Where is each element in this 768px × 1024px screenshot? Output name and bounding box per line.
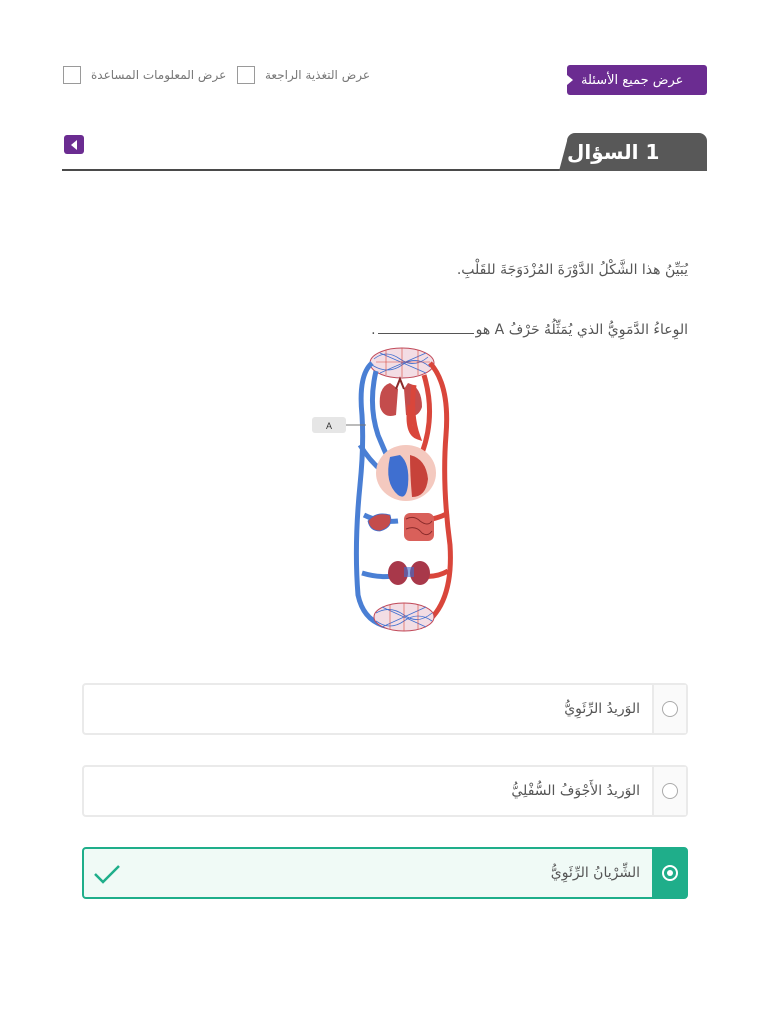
show-feedback-label: عرض التغذية الراجعة [265, 68, 370, 82]
question-title-tab: 1 السؤال [559, 133, 707, 171]
heart [376, 445, 436, 501]
checkmark-icon [94, 865, 120, 884]
show-feedback-option[interactable]: عرض التغذية الراجعة [237, 66, 370, 84]
lungs [379, 376, 422, 416]
question-prompt: الوِعاءُ الدَّمَوِيُّ الذي يُمَثِّلُهُ ح… [371, 322, 688, 338]
answer-option-2[interactable]: الوَريدُ الأَجْوَفُ السُّفْلِيُّ [82, 765, 688, 817]
play-icon [567, 75, 573, 85]
double-circulation-diagram: A [312, 347, 453, 632]
label-a-callout: A [312, 417, 366, 433]
radio-button[interactable] [662, 783, 678, 799]
kidneys [388, 561, 430, 585]
show-feedback-checkbox[interactable] [237, 66, 255, 84]
answer-option-1[interactable]: الوَريدُ الرِّئَوِيُّ [82, 683, 688, 735]
previous-question-button[interactable] [64, 135, 84, 154]
show-all-questions-label: عرض جميع الأسئلة [581, 72, 684, 88]
radio-button-selected[interactable] [662, 865, 678, 881]
prompt-end: . [371, 322, 376, 338]
answer-option-3[interactable]: الشِّرْيانُ الرِّئَوِيُّ [82, 847, 688, 899]
answer-radio-cell[interactable] [652, 767, 686, 815]
show-all-questions-button[interactable]: عرض جميع الأسئلة [567, 65, 707, 95]
digestive-organs [367, 513, 434, 541]
radio-button[interactable] [662, 701, 678, 717]
lung-capillaries [369, 347, 435, 379]
answer-label: الشِّرْيانُ الرِّئَوِيُّ [550, 865, 640, 881]
body-capillaries [373, 602, 435, 632]
show-help-label: عرض المعلومات المساعدة [91, 68, 227, 82]
label-a: A [326, 421, 332, 431]
chevron-left-icon [71, 139, 77, 150]
answer-blank [377, 333, 474, 334]
question-title: 1 السؤال [567, 140, 660, 164]
prompt-text: الوِعاءُ الدَّمَوِيُّ الذي يُمَثِّلُهُ ح… [475, 322, 688, 338]
answer-label: الوَريدُ الأَجْوَفُ السُّفْلِيُّ [511, 783, 640, 799]
question-header-divider [62, 169, 572, 171]
show-help-option[interactable]: عرض المعلومات المساعدة [63, 66, 226, 84]
answer-radio-cell[interactable] [652, 849, 686, 897]
answer-radio-cell[interactable] [652, 685, 686, 733]
question-stem: يُبَيِّنُ هذا الشَّكْلُ الدَّوْرَةَ المُ… [456, 262, 688, 278]
show-help-checkbox[interactable] [63, 66, 81, 84]
answer-label: الوَريدُ الرِّئَوِيُّ [564, 701, 640, 717]
